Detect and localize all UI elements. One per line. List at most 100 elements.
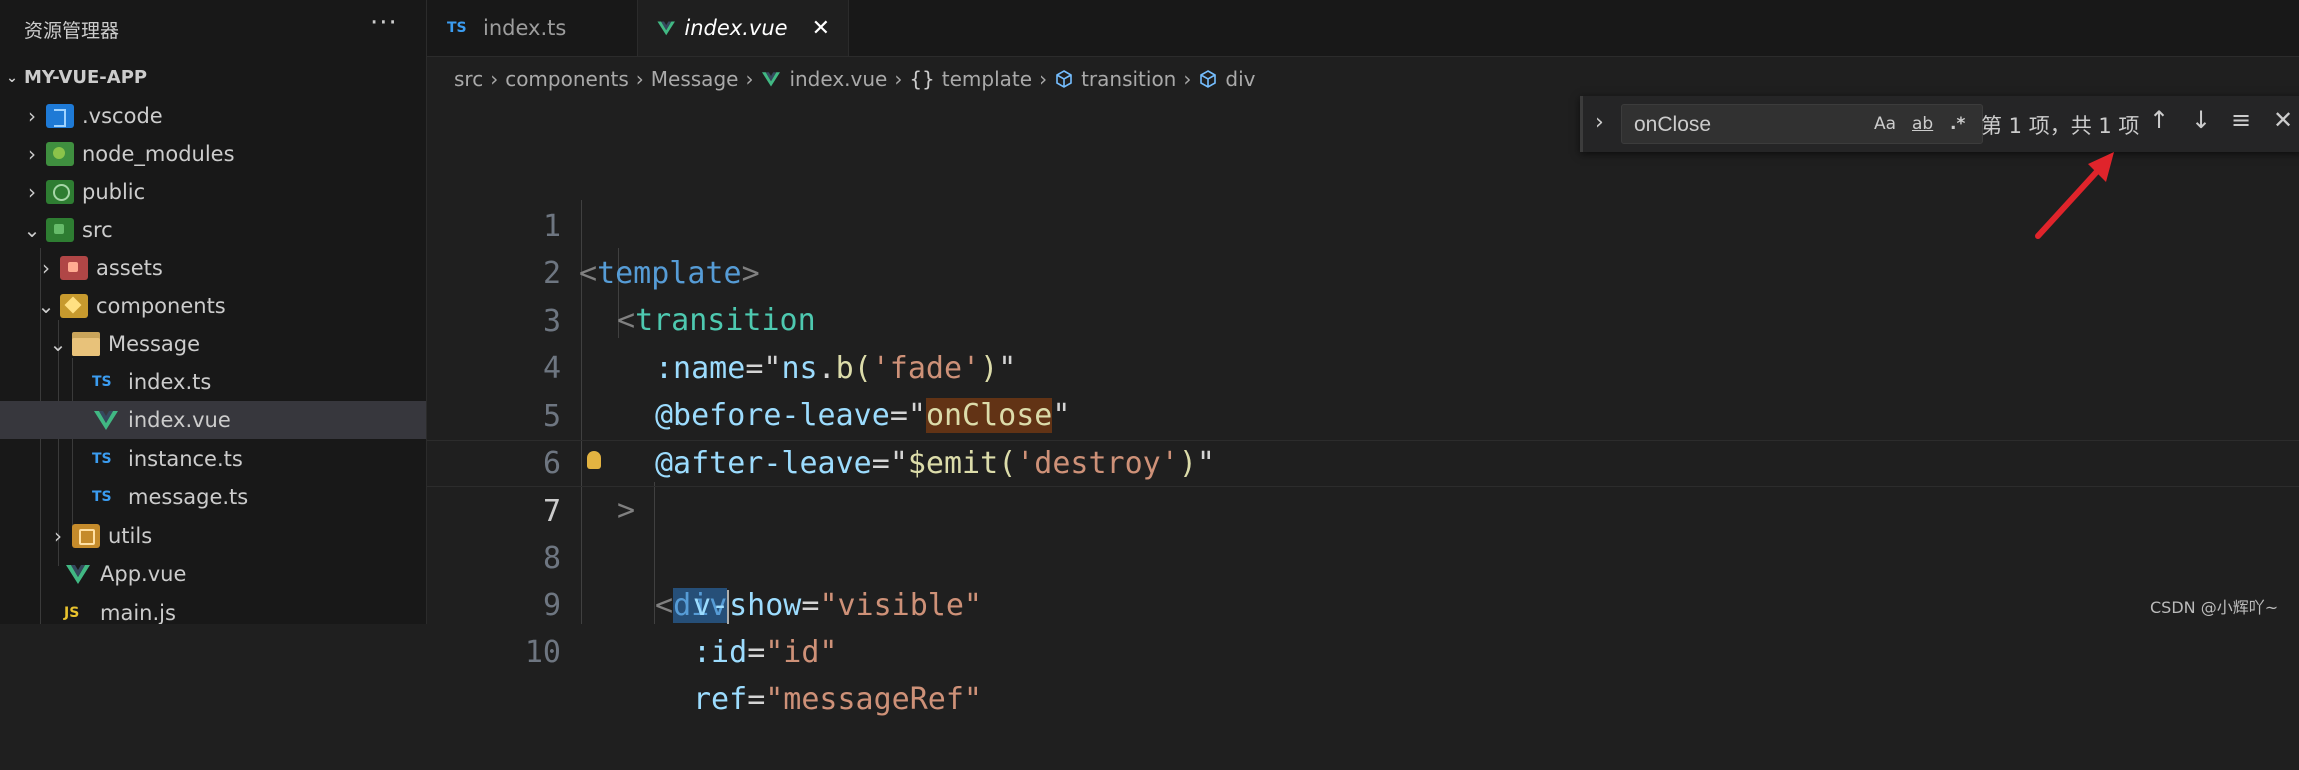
tree-item-node-modules[interactable]: › node_modules [0, 135, 426, 173]
find-in-selection-icon[interactable]: ≡ [2231, 106, 2251, 134]
vue-file-icon [657, 21, 675, 36]
tree-item-public[interactable]: › public [0, 173, 426, 211]
code-line: 10 ref="messageRef" [427, 582, 2299, 717]
tree-item-instance-ts[interactable]: TS instance.ts [0, 440, 426, 478]
breadcrumb-item[interactable]: transition [1081, 67, 1176, 91]
breadcrumb-item[interactable]: Message [651, 67, 739, 91]
breadcrumb-item[interactable]: div [1225, 67, 1255, 91]
tree-item-main-js[interactable]: JS main.js [0, 594, 426, 624]
tree-item-utils[interactable]: › utils [0, 517, 426, 555]
find-widget: › Aa ab .* 第 1 项，共 1 项 ↑ ↓ ≡ ✕ [1580, 96, 2299, 152]
tab-index-ts[interactable]: TS index.ts [427, 0, 638, 56]
vue-file-icon [94, 411, 118, 430]
code-line: 4 @before-leave="onClose" [427, 298, 2299, 433]
cube-icon [1056, 70, 1072, 88]
find-input[interactable] [1632, 111, 1856, 139]
breadcrumb-item[interactable]: components [505, 67, 629, 91]
more-actions-icon[interactable]: ··· [370, 8, 398, 38]
chevron-right-icon: › [894, 67, 903, 91]
toggle-replace-icon[interactable]: › [1595, 110, 1604, 135]
project-name: MY-VUE-APP [24, 67, 148, 88]
code-line: 6 > [427, 393, 2299, 528]
project-root[interactable]: ⌄ MY-VUE-APP [0, 64, 147, 92]
tab-label: index.ts [483, 16, 567, 40]
chevron-right-icon: › [28, 104, 36, 128]
code-editor[interactable]: 1 <template> 2 <transition 3 :name="ns.b… [427, 152, 2299, 717]
tree-item-label: components [96, 294, 226, 318]
lightbulb-icon[interactable] [587, 451, 601, 469]
tree-item-message[interactable]: ⌄ Message [0, 325, 426, 363]
code-line: 2 <transition [427, 203, 2299, 338]
ts-file-icon: TS [92, 374, 112, 390]
tree-item-label: main.js [100, 601, 176, 624]
vue-file-icon [762, 72, 781, 87]
breadcrumb-item[interactable]: src [454, 67, 483, 91]
ts-file-icon: TS [92, 451, 112, 467]
code-line: 8 v-show="visible" [427, 488, 2299, 623]
breadcrumb-item[interactable]: template [942, 67, 1032, 91]
line-number: 10 [524, 635, 561, 670]
explorer-title: 资源管理器 [24, 20, 120, 42]
tree-item-app-vue[interactable]: App.vue [0, 555, 426, 593]
find-input-box: Aa ab .* [1621, 104, 1983, 144]
red-arrow-annotation [2035, 152, 2114, 239]
tree-item-label: node_modules [82, 142, 235, 166]
braces-icon: {} [909, 67, 935, 91]
chevron-down-icon: ⌄ [6, 70, 18, 86]
tree-item-assets[interactable]: › assets [0, 249, 426, 287]
tree-item-label: index.vue [128, 408, 231, 432]
chevron-right-icon: › [1039, 67, 1048, 91]
editor-tabs: TS index.ts index.vue ✕ [427, 0, 2299, 57]
public-folder-icon [46, 180, 74, 204]
previous-match-icon[interactable]: ↑ [2149, 106, 2169, 134]
tab-index-vue[interactable]: index.vue ✕ [638, 0, 849, 56]
code-line-current: 7 <div [427, 440, 2299, 624]
ts-file-icon: TS [447, 20, 467, 36]
code-line: 9 :id="id" [427, 535, 2299, 670]
vue-file-icon [66, 565, 90, 584]
tree-item-label: instance.ts [128, 447, 243, 471]
close-find-icon[interactable]: ✕ [2273, 106, 2293, 134]
tree-item-label: src [82, 218, 113, 242]
chevron-right-icon: › [28, 180, 36, 204]
tree-item-label: utils [108, 524, 153, 548]
breadcrumb-item[interactable]: index.vue [789, 67, 887, 91]
src-folder-icon [46, 218, 74, 242]
chevron-down-icon: ⌄ [49, 332, 67, 356]
regex-toggle[interactable]: .* [1950, 114, 1965, 134]
chevron-right-icon: › [745, 67, 754, 91]
tree-item-label: message.ts [128, 485, 249, 509]
chevron-right-icon: › [28, 142, 36, 166]
tree-item-label: public [82, 180, 146, 204]
folder-open-icon [72, 332, 100, 356]
assets-folder-icon [60, 256, 88, 280]
find-result-count: 第 1 项，共 1 项 [1981, 114, 2140, 138]
match-case-toggle[interactable]: Aa [1874, 114, 1896, 134]
next-match-icon[interactable]: ↓ [2191, 106, 2211, 134]
tree-item-label: index.ts [128, 370, 212, 394]
chevron-right-icon: › [1183, 67, 1192, 91]
chevron-right-icon: › [490, 67, 499, 91]
watermark: CSDN @小辉吖~ [2150, 598, 2279, 617]
close-tab-icon[interactable]: ✕ [812, 16, 830, 41]
code-line: 3 :name="ns.b('fade')" [427, 251, 2299, 386]
tree-item-label: .vscode [82, 104, 163, 128]
tree-item-components[interactable]: ⌄ components [0, 287, 426, 325]
whole-word-toggle[interactable]: ab [1912, 114, 1933, 134]
code-line: 5 @after-leave="$emit('destroy')" [427, 346, 2299, 481]
tree-item-vscode[interactable]: › .vscode [0, 97, 426, 135]
node-modules-folder-icon [46, 142, 74, 166]
cube-icon [1200, 70, 1217, 88]
chevron-down-icon: ⌄ [37, 294, 55, 318]
tree-item-label: Message [108, 332, 201, 356]
components-folder-icon [60, 294, 88, 318]
tree-item-label: App.vue [100, 562, 187, 586]
chevron-down-icon: ⌄ [23, 218, 41, 242]
chevron-right-icon: › [54, 524, 62, 548]
tree-item-index-vue[interactable]: index.vue [0, 401, 426, 439]
tree-item-src[interactable]: ⌄ src [0, 211, 426, 249]
chevron-right-icon: › [42, 256, 50, 280]
utils-folder-icon [72, 524, 100, 548]
tree-item-message-ts[interactable]: TS message.ts [0, 478, 426, 516]
tree-item-index-ts[interactable]: TS index.ts [0, 363, 426, 401]
